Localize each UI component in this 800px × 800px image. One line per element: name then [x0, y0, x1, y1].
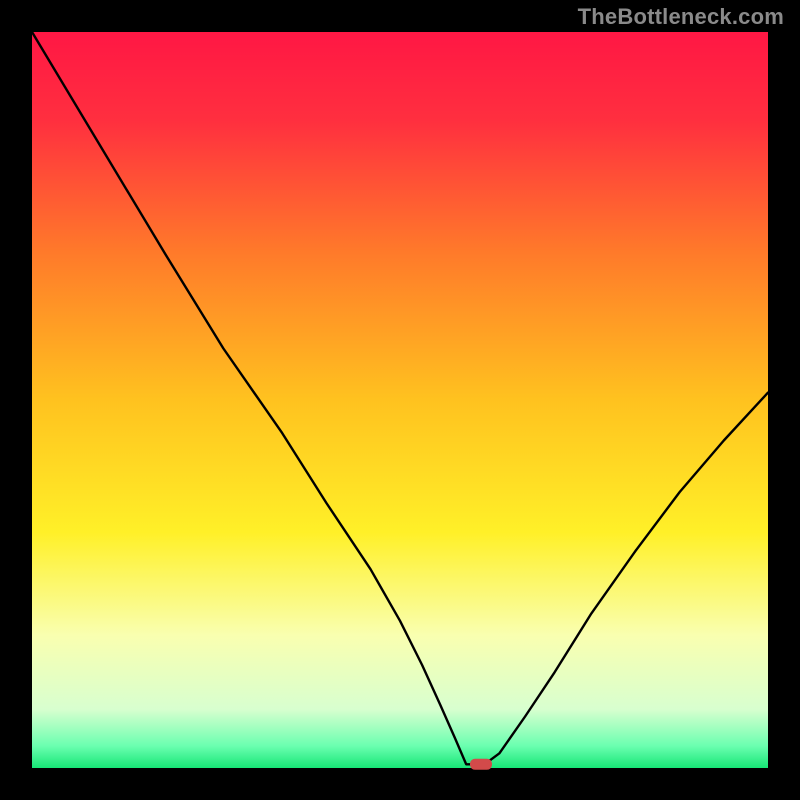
bottleneck-chart: TheBottleneck.com — [0, 0, 800, 800]
optimum-marker — [470, 759, 492, 770]
watermark: TheBottleneck.com — [578, 4, 784, 30]
chart-svg — [0, 0, 800, 800]
chart-background — [32, 32, 768, 768]
